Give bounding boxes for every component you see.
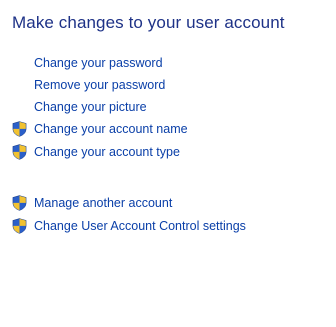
uac-shield-icon xyxy=(12,120,34,138)
change-picture-link[interactable]: Change your picture xyxy=(12,98,147,116)
change-account-name-label: Change your account name xyxy=(34,122,188,136)
uac-shield-icon xyxy=(12,143,34,161)
change-account-type-label: Change your account type xyxy=(34,145,180,159)
remove-password-link[interactable]: Remove your password xyxy=(12,76,165,94)
uac-shield-icon xyxy=(12,194,34,212)
change-account-type-link[interactable]: Change your account type xyxy=(12,143,180,161)
change-account-name-link[interactable]: Change your account name xyxy=(12,120,188,138)
icon-spacer xyxy=(12,54,34,72)
icon-spacer xyxy=(12,76,34,94)
remove-password-label: Remove your password xyxy=(34,78,166,92)
manage-another-account-link[interactable]: Manage another account xyxy=(12,194,172,212)
uac-shield-icon xyxy=(12,217,34,235)
change-uac-settings-link[interactable]: Change User Account Control settings xyxy=(12,217,246,235)
change-picture-label: Change your picture xyxy=(34,100,147,114)
change-uac-settings-label: Change User Account Control settings xyxy=(34,219,246,233)
icon-spacer xyxy=(12,98,34,116)
page-title: Make changes to your user account xyxy=(12,13,285,32)
change-password-link[interactable]: Change your password xyxy=(12,54,163,72)
manage-another-account-label: Manage another account xyxy=(34,196,173,210)
change-password-label: Change your password xyxy=(34,56,163,70)
